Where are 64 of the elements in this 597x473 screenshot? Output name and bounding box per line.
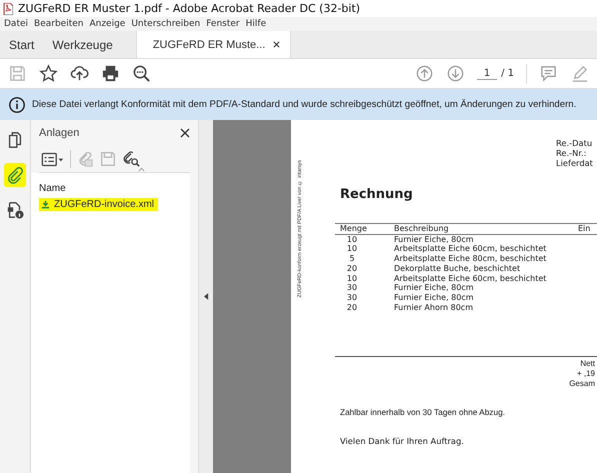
column-header: Menge: [340, 224, 368, 234]
window-title: ZUGFeRD ER Muster 1.pdf - Adobe Acrobat Reader DC (32-bit): [18, 2, 360, 15]
table-cell-text: 20: [346, 264, 358, 274]
thank-you-note: Vielen Dank für Ihren Auftrag.: [340, 436, 465, 446]
invoice-meta: Re.-Nr.:: [556, 148, 588, 158]
attachment-item[interactable]: ZUGFeRD-invoice.xml: [39, 198, 158, 211]
table-cell-text: 10: [346, 244, 358, 254]
comment-icon[interactable]: [539, 64, 558, 83]
tab[interactable]: Start: [0, 31, 44, 58]
arrow-up-icon[interactable]: [415, 64, 434, 83]
arrow-down-icon[interactable]: [446, 64, 466, 83]
table-cell-text: 5: [348, 254, 356, 264]
attachment-name: ZUGFeRD-invoice.xml: [54, 199, 154, 210]
tab[interactable]: ZUGFeRD ER Muste...: [136, 31, 292, 58]
pdf-file-icon: [3, 2, 13, 14]
invoice-meta: Re.-Datu: [556, 138, 594, 148]
close-icon[interactable]: [273, 41, 280, 48]
paperclip-icon[interactable]: [6, 166, 24, 184]
pages-icon[interactable]: [6, 131, 24, 149]
star-icon[interactable]: [39, 64, 58, 83]
page-number-field[interactable]: 1: [477, 68, 498, 80]
table-cell-text: Arbeitsplatte Eiche 60cm, beschichtet: [394, 274, 548, 284]
table-cell-text: 30: [346, 283, 358, 293]
table-cell-text: Arbeitsplatte Eiche 80cm, beschichtet: [394, 254, 548, 264]
invoice-heading: Rechnung: [340, 187, 414, 202]
menu-item[interactable]: Unterschreiben: [131, 19, 200, 29]
payment-terms: Zahlbar innerhalb von 30 Tagen ohne Abzug.: [340, 407, 506, 418]
close-icon[interactable]: [180, 128, 190, 138]
column-header: Beschreibung: [394, 224, 450, 234]
menu-item[interactable]: Datei: [4, 19, 28, 29]
menu-item[interactable]: Bearbeiten: [34, 19, 84, 29]
invoice-meta: Lieferdat: [556, 158, 594, 168]
total-label: + ,19: [576, 369, 595, 380]
total-label: Gesam: [569, 379, 595, 390]
table-cell-text: Furnier Ahorn 80cm: [394, 302, 474, 312]
sort-caret-icon[interactable]: [138, 167, 145, 172]
menu-item[interactable]: Anzeige: [89, 19, 126, 29]
table-cell-text: 20: [346, 302, 358, 312]
column-header: Ein: [578, 224, 590, 234]
tab[interactable]: Werkzeuge: [43, 31, 122, 58]
collapse-arrow-icon[interactable]: [204, 293, 208, 300]
save-icon: [99, 150, 117, 168]
print-icon[interactable]: [101, 64, 120, 83]
panel-title: Anlagen: [39, 127, 80, 139]
total-label: Nett: [580, 359, 595, 370]
table-cell-text: Dekorplatte Buche, beschichtet: [394, 264, 522, 274]
cloud-upload-icon[interactable]: [70, 64, 89, 83]
column-header[interactable]: Name: [39, 183, 190, 194]
menu-item[interactable]: Fenster: [206, 19, 240, 29]
table-cell-text: Furnier Eiche, 80cm: [394, 283, 475, 293]
menu-item[interactable]: Hilfe: [246, 19, 266, 29]
info-icon: [8, 96, 26, 114]
table-cell-text: Arbeitsplatte Eiche 60cm, beschichtet: [394, 244, 548, 254]
table-cell-text: Furnier Eiche, 80cm: [394, 234, 475, 244]
zoom-icon[interactable]: [132, 64, 151, 83]
table-cell-text: Furnier Eiche, 80cm: [394, 292, 475, 303]
table-cell-text: 10: [346, 234, 358, 244]
table-cell-text: 10: [346, 274, 358, 284]
file-icon: [41, 200, 50, 209]
table-cell-text: 30: [346, 292, 358, 303]
page-total: / 1: [501, 68, 514, 79]
info-message: Diese Datei verlangt Konformität mit dem PDF/A-Standard und wurde schreibgeschützt geöffnet, um Änderungen zu verhindern.: [32, 99, 576, 110]
options-menu-icon[interactable]: [41, 150, 65, 168]
search-attachment-icon[interactable]: [122, 150, 140, 168]
